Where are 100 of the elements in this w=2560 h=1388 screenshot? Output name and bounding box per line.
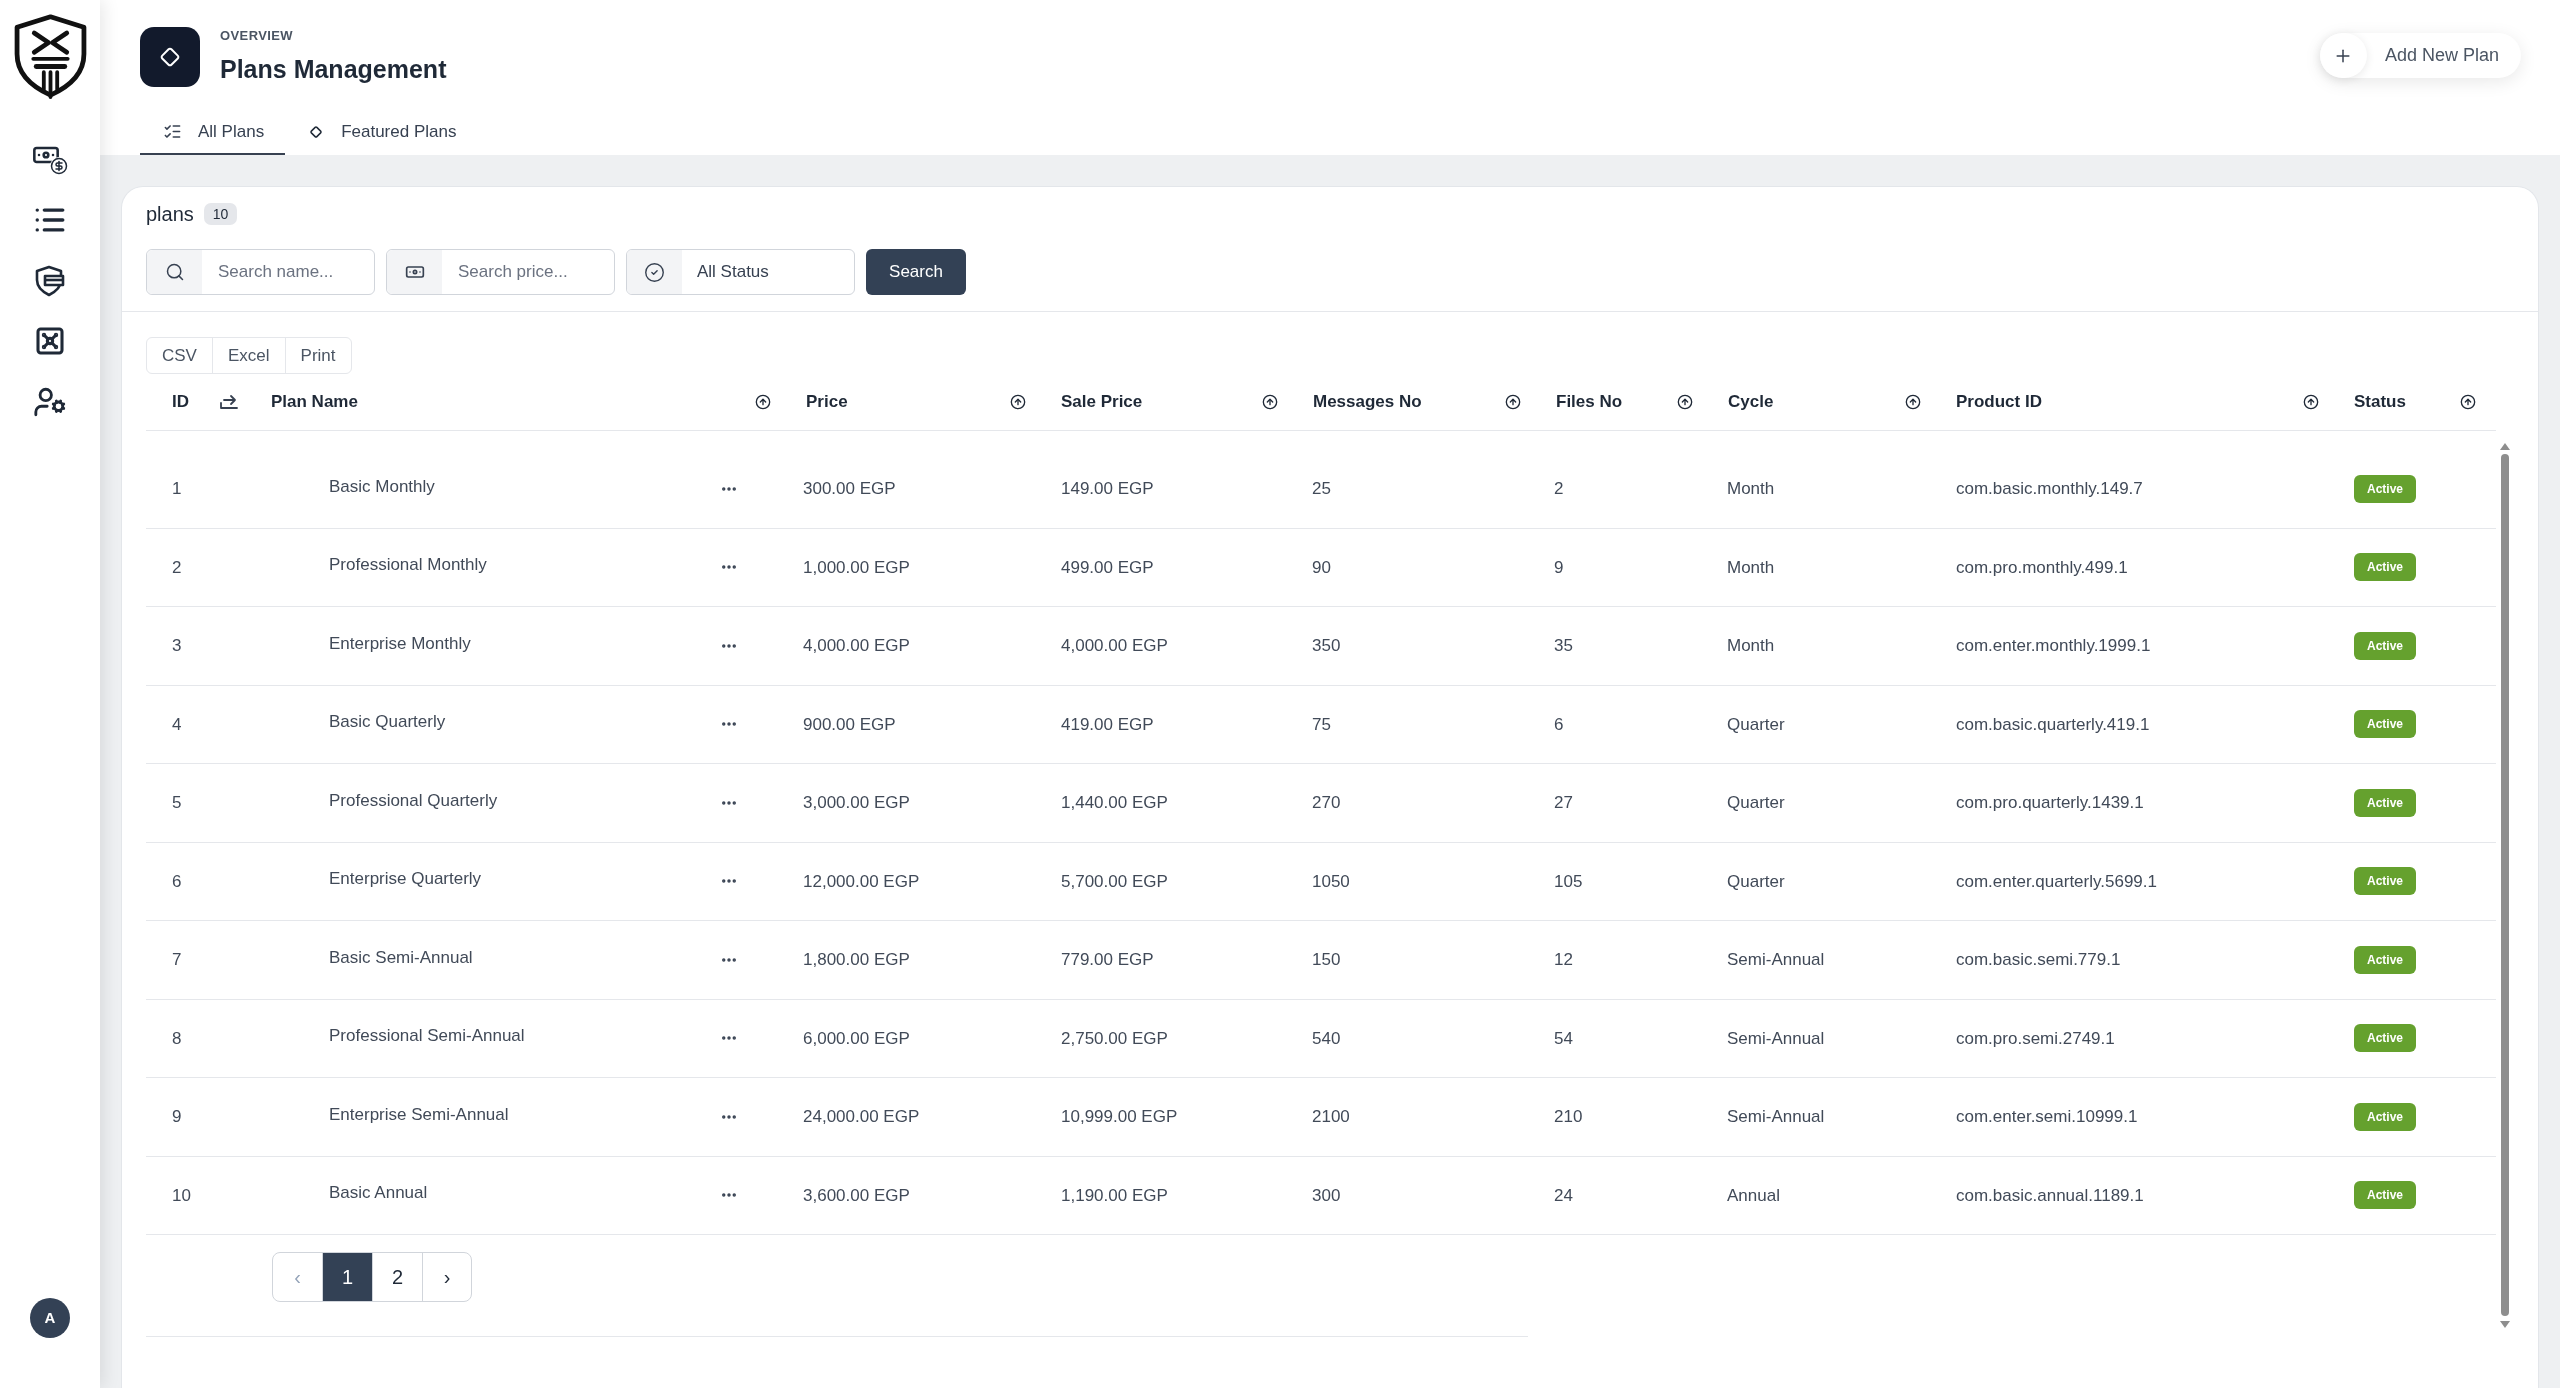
status-badge: Active xyxy=(2354,1024,2417,1053)
table-cell-text: Semi-Annual xyxy=(1727,949,1825,971)
page-button[interactable]: 1 xyxy=(322,1253,372,1301)
table-cell-text: Professional Quarterly xyxy=(329,789,498,812)
table-cell-text: com.enter.monthly.1999.1 xyxy=(1956,635,2151,657)
table-cell-text: Professional Semi-Annual xyxy=(329,1025,525,1047)
sort-icon[interactable] xyxy=(2303,393,2319,410)
table-cell-text: Basic Semi-Annual xyxy=(329,946,473,969)
table-cell-text: 540 xyxy=(1312,1027,1341,1050)
card-title: plans xyxy=(146,202,194,227)
table-cell-text: 9 xyxy=(172,1106,182,1128)
table-cell-text: 210 xyxy=(1554,1106,1583,1128)
table-cell-text: 6,000.00 EGP xyxy=(803,1027,910,1050)
table-cell-text: 1,000.00 EGP xyxy=(803,556,910,579)
table-cell-text: 8 xyxy=(172,1027,182,1050)
table-cell-text: 4 xyxy=(172,713,182,736)
add-plan-button[interactable]: Add New Plan xyxy=(2319,33,2521,78)
table-cell-text: 35 xyxy=(1554,635,1573,657)
table-cell-text: Month xyxy=(1727,556,1775,579)
export-button[interactable]: CSV xyxy=(147,338,212,373)
status-select[interactable]: All Status xyxy=(626,249,855,295)
next-page-button[interactable]: › xyxy=(422,1253,471,1301)
user-gear-icon[interactable] xyxy=(33,385,67,419)
table-cell-text: 54 xyxy=(1554,1027,1573,1050)
count-badge: 10 xyxy=(203,203,238,225)
table-cell-text: 900.00 EGP xyxy=(803,713,896,736)
shield-card-icon[interactable] xyxy=(35,265,65,297)
status-badge: Active xyxy=(2354,867,2417,896)
banknote-icon xyxy=(387,250,442,294)
table-cell-text: Quarter xyxy=(1727,792,1785,814)
column-header: Product ID xyxy=(1956,390,2042,413)
table-cell-text: 1,800.00 EGP xyxy=(803,949,910,971)
table-cell-text: 90 xyxy=(1312,556,1331,579)
sort-icon[interactable] xyxy=(755,393,771,410)
table-cell-text: Enterprise Semi-Annual xyxy=(329,1103,509,1126)
table-cell-text: com.basic.monthly.149.7 xyxy=(1956,478,2143,500)
table-cell-text: com.basic.semi.779.1 xyxy=(1956,949,2121,971)
table-cell-text: Quarter xyxy=(1727,713,1785,736)
table-cell-text: 1,190.00 EGP xyxy=(1061,1184,1168,1207)
table-cell-text: 2 xyxy=(172,556,182,579)
table-cell-text: 12 xyxy=(1554,949,1573,971)
table-cell-text: 3,600.00 EGP xyxy=(803,1184,910,1207)
table-cell-text: 24,000.00 EGP xyxy=(803,1106,920,1128)
checklist-icon xyxy=(163,122,182,141)
sort-icon[interactable] xyxy=(1262,393,1278,410)
tab[interactable]: Featured Plans xyxy=(292,110,472,155)
export-button[interactable]: Excel xyxy=(211,338,285,373)
table-cell-text: 75 xyxy=(1312,713,1331,736)
table-cell-text: 10,999.00 EGP xyxy=(1061,1106,1178,1128)
safe-icon[interactable] xyxy=(34,325,66,357)
status-badge: Active xyxy=(2354,1181,2417,1210)
export-button[interactable]: Print xyxy=(284,338,351,373)
table-cell-text: 350 xyxy=(1312,635,1341,657)
table-cell-text: 150 xyxy=(1312,949,1341,971)
search-field[interactable]: Search name... xyxy=(146,249,375,295)
table-cell-text: com.pro.semi.2749.1 xyxy=(1956,1027,2115,1050)
plus-icon xyxy=(2319,33,2367,78)
table-cell-text: 27 xyxy=(1554,792,1573,814)
table-cell-text: 2 xyxy=(1554,478,1564,500)
status-badge: Active xyxy=(2354,631,2417,660)
table-cell-text: 4,000.00 EGP xyxy=(1061,635,1168,657)
table-cell-text: Month xyxy=(1727,478,1775,500)
tab[interactable]: All Plans xyxy=(140,110,286,155)
table-cell-text: 9 xyxy=(1554,556,1564,579)
sort-icon[interactable] xyxy=(1010,393,1026,410)
table-cell-text: 2,750.00 EGP xyxy=(1061,1027,1168,1050)
table-cell-text: 419.00 EGP xyxy=(1061,713,1154,736)
table-cell-text: 7 xyxy=(172,949,182,971)
table-cell-text: com.enter.semi.10999.1 xyxy=(1956,1106,2138,1128)
table-cell-text: 1050 xyxy=(1312,870,1350,893)
table-cell-text: Enterprise Quarterly xyxy=(329,868,482,890)
search-icon xyxy=(147,250,202,294)
table-cell-text: 5,700.00 EGP xyxy=(1061,870,1168,893)
user-avatar[interactable]: A xyxy=(30,1298,70,1338)
export-arrow-icon[interactable] xyxy=(220,393,238,410)
sort-icon[interactable] xyxy=(1905,393,1921,410)
column-header: Messages No xyxy=(1313,390,1422,413)
page-eyebrow: OVERVIEW xyxy=(220,27,295,45)
column-header: Cycle xyxy=(1728,390,1774,413)
table-cell-text: 25 xyxy=(1312,478,1331,500)
table-cell-text: 10 xyxy=(172,1184,191,1207)
table-cell-text: Quarter xyxy=(1727,870,1785,893)
status-badge: Active xyxy=(2354,553,2417,582)
sort-icon[interactable] xyxy=(1505,393,1521,410)
table-cell-text: com.basic.quarterly.419.1 xyxy=(1956,713,2150,736)
table-cell-text: com.enter.quarterly.5699.1 xyxy=(1956,870,2157,893)
table-cell-text: Basic Monthly xyxy=(329,475,435,498)
table-cell-text: Semi-Annual xyxy=(1727,1106,1825,1128)
table-cell-text: 12,000.00 EGP xyxy=(803,870,920,893)
sort-icon[interactable] xyxy=(2460,393,2476,410)
table-cell-text: 3,000.00 EGP xyxy=(803,792,910,814)
table-cell-text: com.basic.annual.1189.1 xyxy=(1956,1184,2144,1207)
sort-icon[interactable] xyxy=(1677,393,1693,410)
price-field[interactable]: Search price... xyxy=(386,249,615,295)
column-header: Status xyxy=(2354,390,2406,413)
table-cell-text: 6 xyxy=(172,870,182,893)
table-cell-text: 1,440.00 EGP xyxy=(1061,792,1168,814)
table-cell-text: Basic Annual xyxy=(329,1182,428,1204)
table-cell-text: 6 xyxy=(1554,713,1564,736)
search-button[interactable]: Search xyxy=(866,249,966,295)
